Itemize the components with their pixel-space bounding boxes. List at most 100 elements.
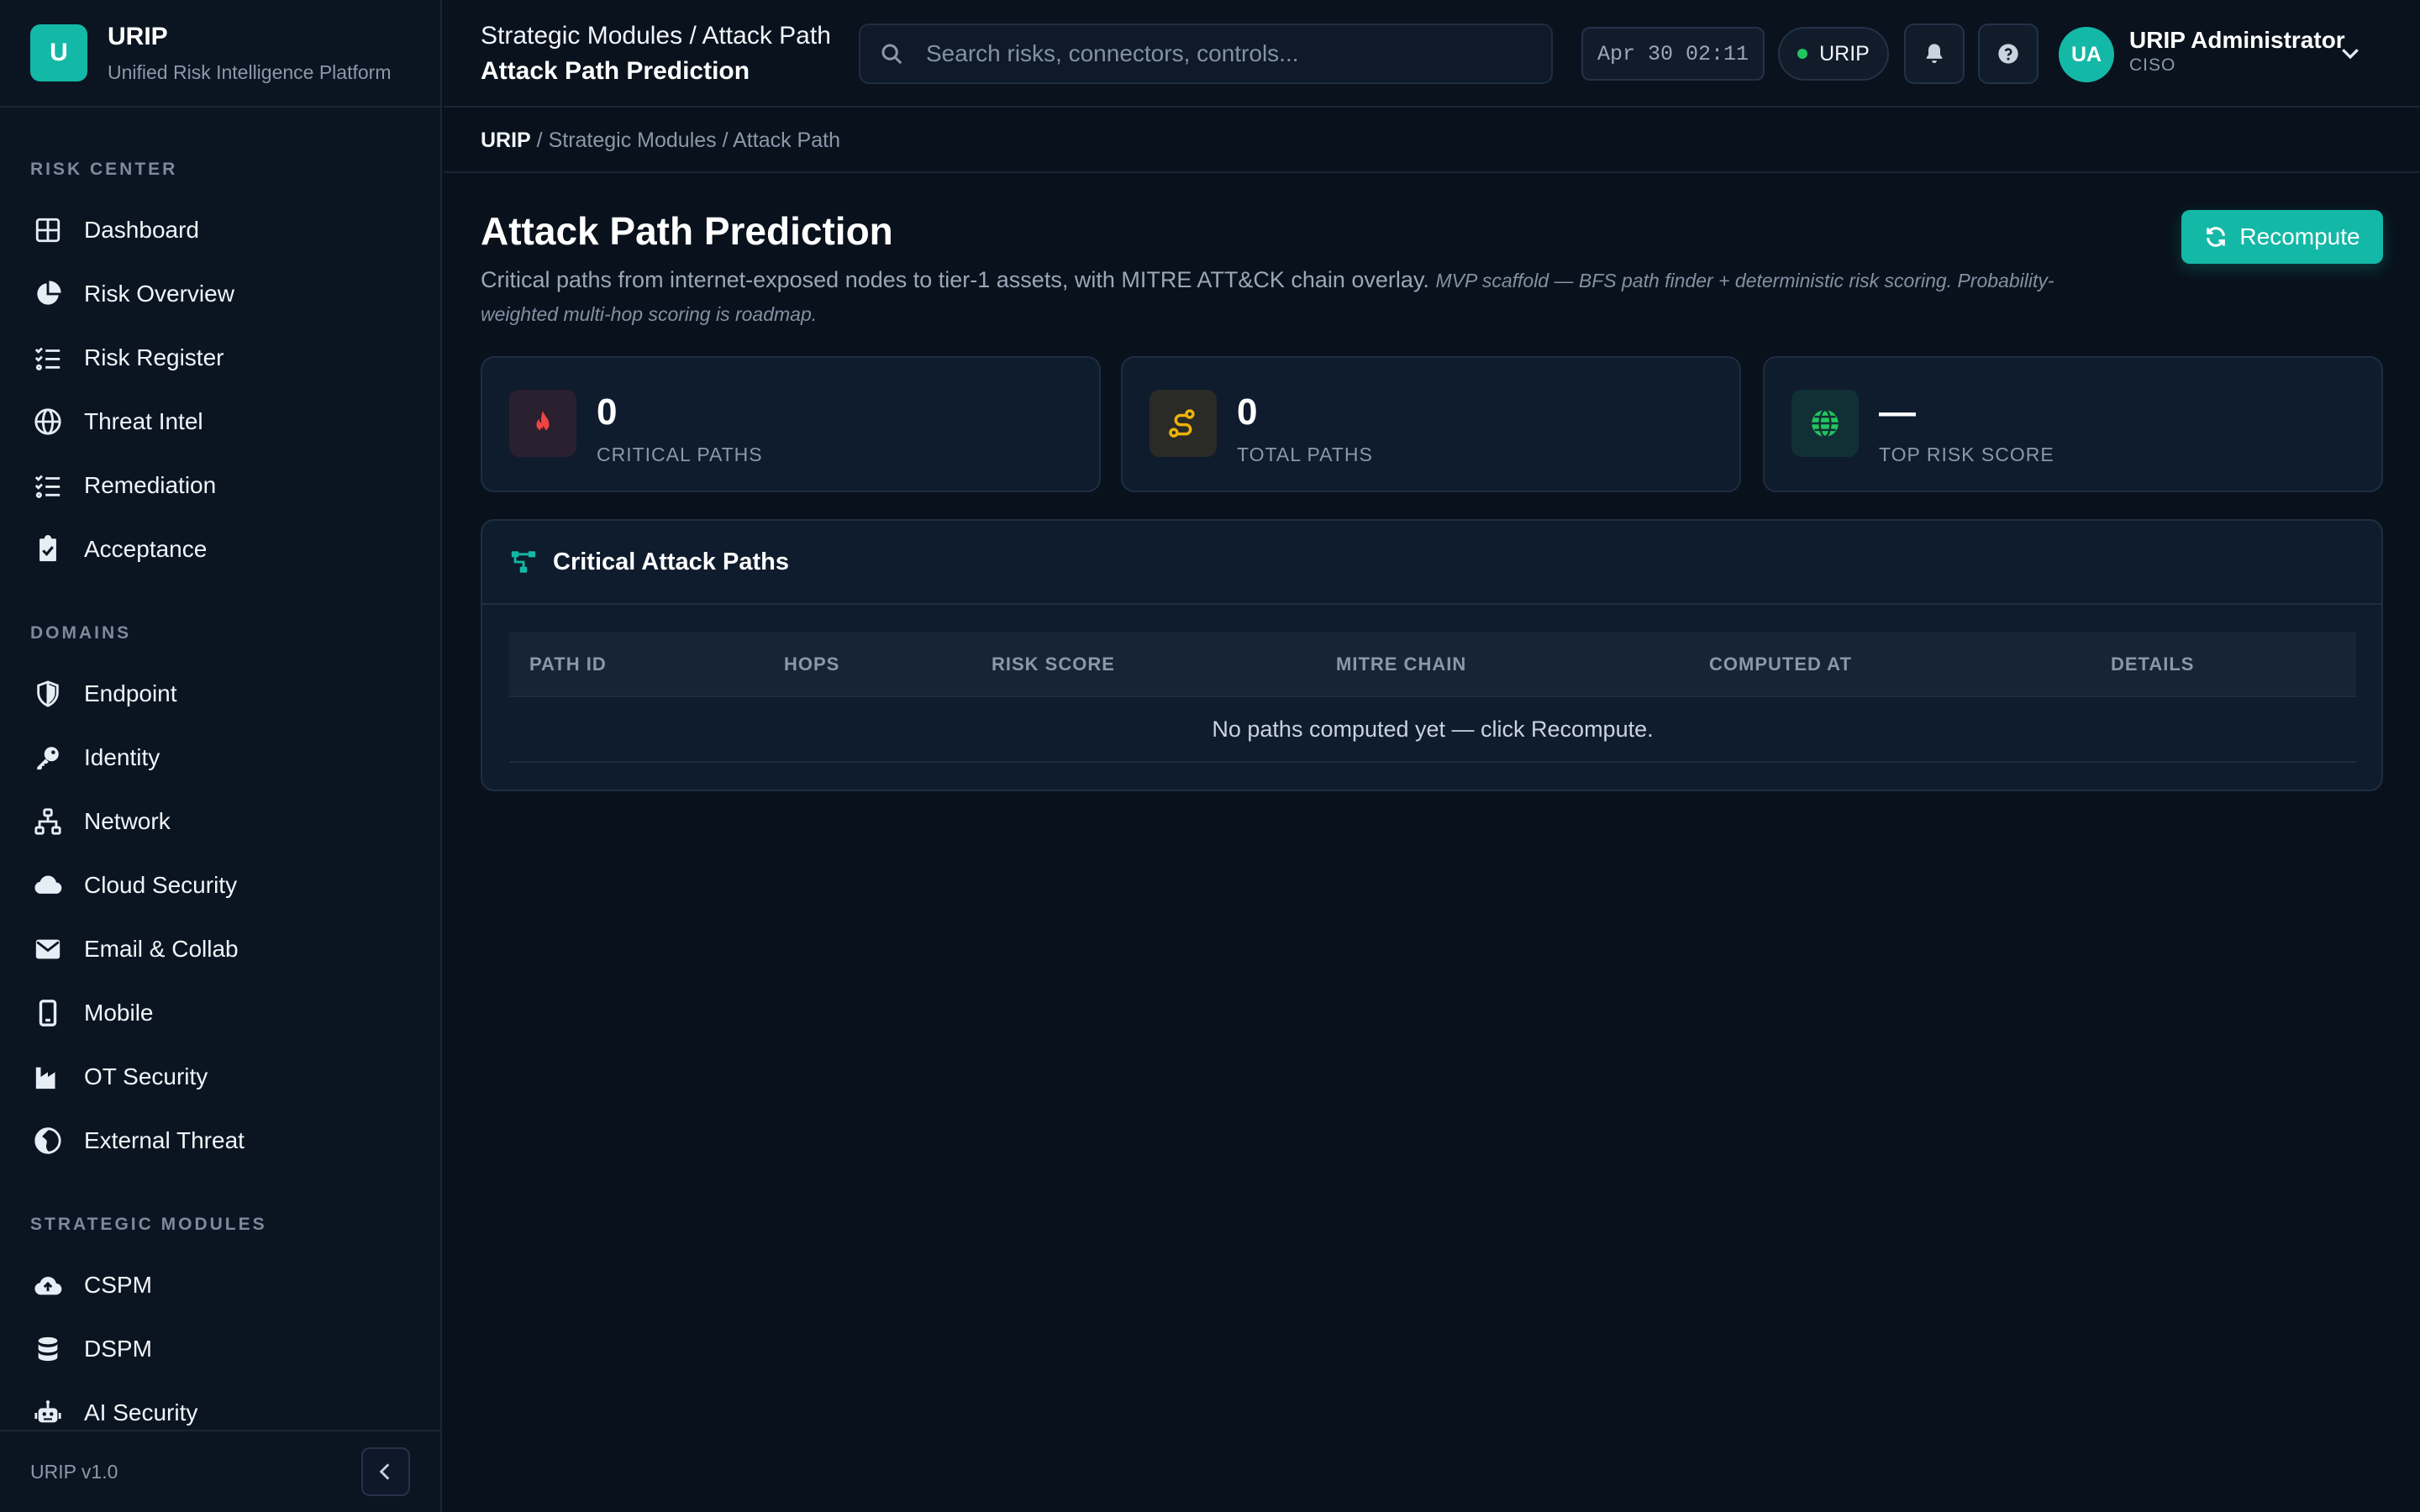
nav-section-domains: DOMAINS Endpoint Identity Network Cloud … bbox=[0, 623, 440, 1173]
sidebar-footer: URIP v1.0 bbox=[0, 1430, 440, 1512]
stat-card-critical-paths: 0 CRITICAL PATHS bbox=[481, 356, 1101, 492]
nav-heading: DOMAINS bbox=[30, 623, 132, 643]
sidebar-item-label: OT Security bbox=[84, 1063, 208, 1089]
sidebar-item-label: CSPM bbox=[84, 1272, 152, 1298]
industry-icon bbox=[35, 1067, 55, 1089]
nav-heading: STRATEGIC MODULES bbox=[30, 1215, 267, 1234]
fire-icon bbox=[536, 411, 550, 433]
user-name[interactable]: URIP Administrator bbox=[2129, 27, 2345, 54]
column-header-details[interactable]: DETAILS bbox=[2111, 654, 2194, 675]
list-check-icon bbox=[34, 347, 60, 370]
sidebar-item-remediation[interactable]: Remediation bbox=[0, 454, 440, 517]
sidebar-item-mobile[interactable]: Mobile bbox=[0, 981, 440, 1045]
column-header-hops[interactable]: HOPS bbox=[784, 654, 839, 675]
shield-icon bbox=[37, 680, 59, 707]
collapse-sidebar-button[interactable] bbox=[361, 1447, 410, 1496]
stat-value: — bbox=[1879, 391, 1916, 433]
sidebar-item-label: Remediation bbox=[84, 472, 217, 498]
table-header: PATH ID HOPS RISK SCORE MITRE CHAIN COMP… bbox=[509, 632, 2356, 696]
column-header-path-id[interactable]: PATH ID bbox=[529, 654, 607, 675]
stat-label: TOTAL PATHS bbox=[1237, 444, 1373, 465]
chevron-down-icon[interactable] bbox=[2338, 40, 2363, 66]
globe-icon bbox=[1812, 408, 1839, 438]
sidebar-item-external-threat[interactable]: External Threat bbox=[0, 1109, 440, 1173]
nav-section-strategic-modules: STRATEGIC MODULES CSPM DSPM AI Security bbox=[0, 1215, 440, 1445]
breadcrumb-path: / Strategic Modules / Attack Path bbox=[530, 128, 840, 152]
key-icon bbox=[37, 747, 59, 770]
nav-section-risk-center: RISK CENTER Dashboard Risk Overview Risk… bbox=[0, 160, 440, 581]
brand-logo: U bbox=[30, 24, 87, 81]
sidebar-item-label: Endpoint bbox=[84, 680, 177, 706]
pie-chart-icon bbox=[37, 281, 61, 305]
empty-state-row: No paths computed yet — click Recompute. bbox=[509, 696, 2356, 763]
sidebar-item-threat-intel[interactable]: Threat Intel bbox=[0, 390, 440, 454]
sidebar-item-email-collab[interactable]: Email & Collab bbox=[0, 917, 440, 981]
nav-heading: RISK CENTER bbox=[30, 160, 178, 179]
stat-label: CRITICAL PATHS bbox=[597, 444, 763, 465]
avatar[interactable]: UA bbox=[2059, 27, 2114, 82]
sidebar-item-risk-register[interactable]: Risk Register bbox=[0, 326, 440, 390]
refresh-icon bbox=[2207, 227, 2226, 247]
stat-card-total-paths: 0 TOTAL PATHS bbox=[1121, 356, 1741, 492]
sidebar-item-risk-overview[interactable]: Risk Overview bbox=[0, 262, 440, 326]
column-header-risk-score[interactable]: RISK SCORE bbox=[992, 654, 1115, 675]
sidebar-item-label: Network bbox=[84, 808, 171, 834]
description-text: Critical paths from internet-exposed nod… bbox=[481, 267, 1429, 292]
sidebar-item-label: AI Security bbox=[84, 1399, 198, 1425]
sidebar-item-label: Risk Register bbox=[84, 344, 224, 370]
envelope-icon bbox=[35, 939, 60, 959]
notifications-button[interactable] bbox=[1904, 24, 1965, 84]
panel-title: Critical Attack Paths bbox=[553, 548, 789, 575]
sidebar-item-label: External Threat bbox=[84, 1127, 245, 1153]
database-icon bbox=[38, 1336, 58, 1362]
chevron-left-icon bbox=[379, 1463, 390, 1480]
recompute-button[interactable]: Recompute bbox=[2181, 210, 2383, 264]
sidebar-item-cspm[interactable]: CSPM bbox=[0, 1253, 440, 1317]
search-input[interactable] bbox=[926, 40, 1514, 67]
network-icon bbox=[511, 551, 536, 573]
breadcrumb-root[interactable]: URIP bbox=[481, 129, 531, 153]
mobile-icon bbox=[39, 1000, 57, 1026]
sidebar-item-cloud-security[interactable]: Cloud Security bbox=[0, 853, 440, 917]
sidebar-item-label: Acceptance bbox=[84, 536, 208, 562]
clock-display: Apr 30 02:11 bbox=[1581, 27, 1765, 81]
brand-subtitle: Unified Risk Intelligence Platform bbox=[108, 60, 392, 83]
sidebar-item-acceptance[interactable]: Acceptance bbox=[0, 517, 440, 581]
sidebar-item-label: Dashboard bbox=[84, 217, 199, 243]
tenant-label: URIP bbox=[1819, 41, 1870, 66]
sidebar-item-identity[interactable]: Identity bbox=[0, 726, 440, 790]
sidebar-item-network[interactable]: Network bbox=[0, 790, 440, 853]
brand[interactable]: U URIP Unified Risk Intelligence Platfor… bbox=[0, 0, 440, 108]
column-header-computed-at[interactable]: COMPUTED AT bbox=[1709, 654, 1852, 675]
sidebar-item-label: Mobile bbox=[84, 1000, 154, 1026]
topbar-title: Attack Path Prediction bbox=[481, 57, 750, 85]
topbar-breadcrumb: Strategic Modules / Attack Path bbox=[481, 22, 831, 50]
globe-half-icon bbox=[34, 1127, 61, 1154]
stat-value: 0 bbox=[1237, 391, 1258, 433]
critical-attack-paths-panel: Critical Attack Paths PATH ID HOPS RISK … bbox=[481, 519, 2383, 791]
clipboard-check-icon bbox=[39, 535, 56, 562]
network-icon bbox=[34, 808, 61, 835]
help-button[interactable] bbox=[1978, 24, 2039, 84]
status-dot bbox=[1797, 49, 1808, 59]
column-header-mitre-chain[interactable]: MITRE CHAIN bbox=[1336, 654, 1466, 675]
sidebar-item-endpoint[interactable]: Endpoint bbox=[0, 662, 440, 726]
stat-card-top-risk-score: — TOP RISK SCORE bbox=[1763, 356, 2383, 492]
grid-icon bbox=[35, 218, 60, 243]
sidebar-item-label: Identity bbox=[84, 744, 160, 770]
sidebar-item-ot-security[interactable]: OT Security bbox=[0, 1045, 440, 1109]
search-box[interactable] bbox=[859, 24, 1553, 84]
search-icon bbox=[881, 44, 902, 65]
cloud-icon bbox=[34, 875, 62, 894]
bell-icon bbox=[1926, 44, 1943, 64]
panel-header: Critical Attack Paths bbox=[482, 521, 2381, 605]
tenant-switcher[interactable]: URIP bbox=[1778, 27, 1889, 81]
page-description: Critical paths from internet-exposed nod… bbox=[481, 264, 2119, 331]
recompute-label: Recompute bbox=[2239, 223, 2360, 249]
route-icon bbox=[1169, 409, 1195, 438]
stat-label: TOP RISK SCORE bbox=[1879, 444, 2054, 465]
sidebar-item-label: Cloud Security bbox=[84, 872, 238, 898]
stat-icon-box bbox=[509, 390, 576, 457]
sidebar-item-dashboard[interactable]: Dashboard bbox=[0, 198, 440, 262]
sidebar-item-dspm[interactable]: DSPM bbox=[0, 1317, 440, 1381]
